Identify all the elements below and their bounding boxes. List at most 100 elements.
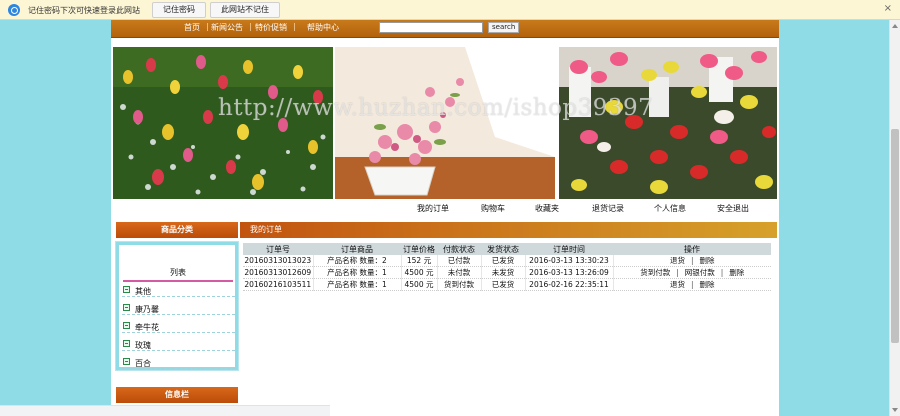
close-icon[interactable]: × — [884, 3, 892, 14]
table-row: 20160313012609 产品名称 数量：1 4500 元 未付款 未发货 … — [243, 266, 771, 279]
banner-photo-tulip-field — [113, 47, 333, 199]
table-row: 20160216103511 产品名称 数量：1 4500 元 货到付款 已发货… — [243, 278, 771, 291]
search-input[interactable] — [379, 22, 483, 33]
action-separator: | — [720, 268, 724, 277]
order-time: 2016-03-13 13:30:23 — [525, 255, 614, 267]
page-scrollbar[interactable] — [889, 20, 900, 416]
order-actions: 退货 | 删除 — [613, 278, 771, 291]
column-header-order-id: 订单号 — [243, 243, 313, 255]
nav-link-home[interactable]: 首页 — [184, 22, 200, 33]
order-pay-status: 已付款 — [437, 255, 482, 267]
never-remember-button[interactable]: 此网站不记住 — [210, 2, 280, 18]
category-item-label[interactable]: 康乃馨 — [135, 304, 159, 315]
category-item-label[interactable]: 牵牛花 — [135, 322, 159, 333]
user-nav-bar: 我的订单 购物车 收藏夹 退货记录 个人信息 安全退出 — [111, 201, 779, 215]
action-separator: | — [676, 268, 679, 277]
top-nav-bar: 首页 | 新闻公告 | 特价促销 | 帮助中心 search — [111, 20, 779, 38]
order-price: 4500 元 — [401, 266, 438, 279]
nav-link-specials[interactable]: 特价促销 — [255, 22, 287, 33]
order-id: 20160313012609 — [243, 266, 314, 279]
category-item-label[interactable]: 其他 — [135, 286, 151, 297]
user-nav-returns[interactable]: 退货记录 — [592, 203, 624, 214]
order-price: 152 元 — [401, 255, 438, 267]
cod-pay-link[interactable]: 货到付款 — [640, 268, 670, 277]
order-price: 4500 元 — [401, 278, 438, 291]
product-qty: 数量：1 — [359, 280, 387, 289]
product-name: 产品名称 — [327, 268, 358, 277]
scroll-down-icon[interactable] — [892, 408, 898, 412]
flower-banner: http://www.huzhan.com/ishop39397 — [111, 47, 779, 202]
column-header-price: 订单价格 — [401, 243, 437, 255]
category-item-morning-glory[interactable]: 牵牛花 — [122, 319, 235, 333]
order-time: 2016-03-13 13:26:09 — [525, 266, 614, 279]
browser-status-strip — [0, 405, 330, 416]
nav-link-help[interactable]: 帮助中心 — [307, 22, 339, 33]
expand-icon — [123, 304, 130, 311]
column-header-time: 订单时间 — [525, 243, 613, 255]
order-ship-status: 已发货 — [481, 278, 526, 291]
info-panel-header: 信息栏 — [116, 387, 238, 403]
action-separator: | — [690, 280, 694, 289]
action-separator: | — [690, 256, 694, 265]
return-link[interactable]: 退货 — [670, 256, 685, 265]
order-pay-status: 货到付款 — [437, 278, 482, 291]
delete-link[interactable]: 删除 — [700, 280, 715, 289]
delete-link[interactable]: 删除 — [700, 256, 715, 265]
online-pay-link[interactable]: 网银付款 — [685, 268, 715, 277]
category-header: 商品分类 — [116, 222, 238, 238]
column-header-actions: 操作 — [613, 243, 771, 255]
product-name: 产品名称 — [327, 280, 358, 289]
user-nav-favorites[interactable]: 收藏夹 — [535, 203, 559, 214]
expand-icon — [123, 358, 130, 365]
user-nav-my-orders[interactable]: 我的订单 — [417, 203, 449, 214]
order-id: 20160216103511 — [243, 278, 314, 291]
nav-separator: | — [206, 22, 209, 31]
category-item-rose[interactable]: 玫瑰 — [122, 337, 235, 351]
scroll-up-icon[interactable] — [892, 24, 898, 28]
order-ship-status: 未发货 — [481, 266, 526, 279]
nav-link-news[interactable]: 新闻公告 — [211, 22, 243, 33]
nav-separator: | — [249, 22, 252, 31]
category-panel: 列表 其他 康乃馨 牵牛花 玫瑰 百合 — [115, 241, 239, 371]
category-item-other[interactable]: 其他 — [122, 283, 235, 297]
delete-link[interactable]: 删除 — [729, 268, 744, 277]
scrollbar-thumb[interactable] — [891, 129, 899, 343]
return-link[interactable]: 退货 — [670, 280, 685, 289]
column-header-product: 订单商品 — [313, 243, 401, 255]
category-item-label[interactable]: 玫瑰 — [135, 340, 151, 351]
category-item-carnation[interactable]: 康乃馨 — [122, 301, 235, 315]
order-id: 20160313013023 — [243, 255, 314, 267]
expand-icon — [123, 340, 130, 347]
user-nav-profile[interactable]: 个人信息 — [654, 203, 686, 214]
column-header-ship-status: 发货状态 — [481, 243, 525, 255]
nav-separator: | — [293, 22, 296, 31]
password-save-bar: 记住密码下次可快速登录此网站 记住密码 此网站不记住 × — [0, 0, 900, 20]
user-nav-logout[interactable]: 安全退出 — [717, 203, 749, 214]
category-item-lily[interactable]: 百合 — [122, 355, 235, 369]
expand-icon — [123, 286, 130, 293]
password-bar-message: 记住密码下次可快速登录此网站 — [28, 6, 140, 15]
order-product: 产品名称 数量：1 — [313, 278, 402, 291]
order-time: 2016-02-16 22:35:11 — [525, 278, 614, 291]
order-actions: 退货 | 删除 — [613, 255, 771, 267]
category-list-title: 列表 — [123, 266, 233, 282]
expand-icon — [123, 322, 130, 329]
watermark-text: http://www.huzhan.com/ishop39397 — [218, 95, 654, 121]
orders-table: 订单号 订单商品 订单价格 付款状态 发货状态 订单时间 操作 20160313… — [243, 243, 771, 291]
order-product: 产品名称 数量：2 — [313, 255, 402, 267]
remember-password-button[interactable]: 记住密码 — [152, 2, 206, 18]
order-pay-status: 未付款 — [437, 266, 482, 279]
product-qty: 数量：2 — [359, 256, 387, 265]
product-name: 产品名称 — [327, 256, 358, 265]
product-qty: 数量：1 — [359, 268, 387, 277]
banner-photo-vase-flowers — [335, 47, 555, 199]
table-header-row: 订单号 订单商品 订单价格 付款状态 发货状态 订单时间 操作 — [243, 243, 771, 255]
orders-panel-header: 我的订单 — [240, 222, 777, 238]
order-actions: 货到付款 | 网银付款 | 删除 — [613, 266, 771, 279]
category-item-label[interactable]: 百合 — [135, 358, 151, 369]
browser-key-icon — [8, 4, 20, 16]
user-nav-cart[interactable]: 购物车 — [481, 203, 505, 214]
table-row: 20160313013023 产品名称 数量：2 152 元 已付款 已发货 2… — [243, 255, 771, 267]
order-ship-status: 已发货 — [481, 255, 526, 267]
search-button[interactable]: search — [488, 22, 520, 33]
